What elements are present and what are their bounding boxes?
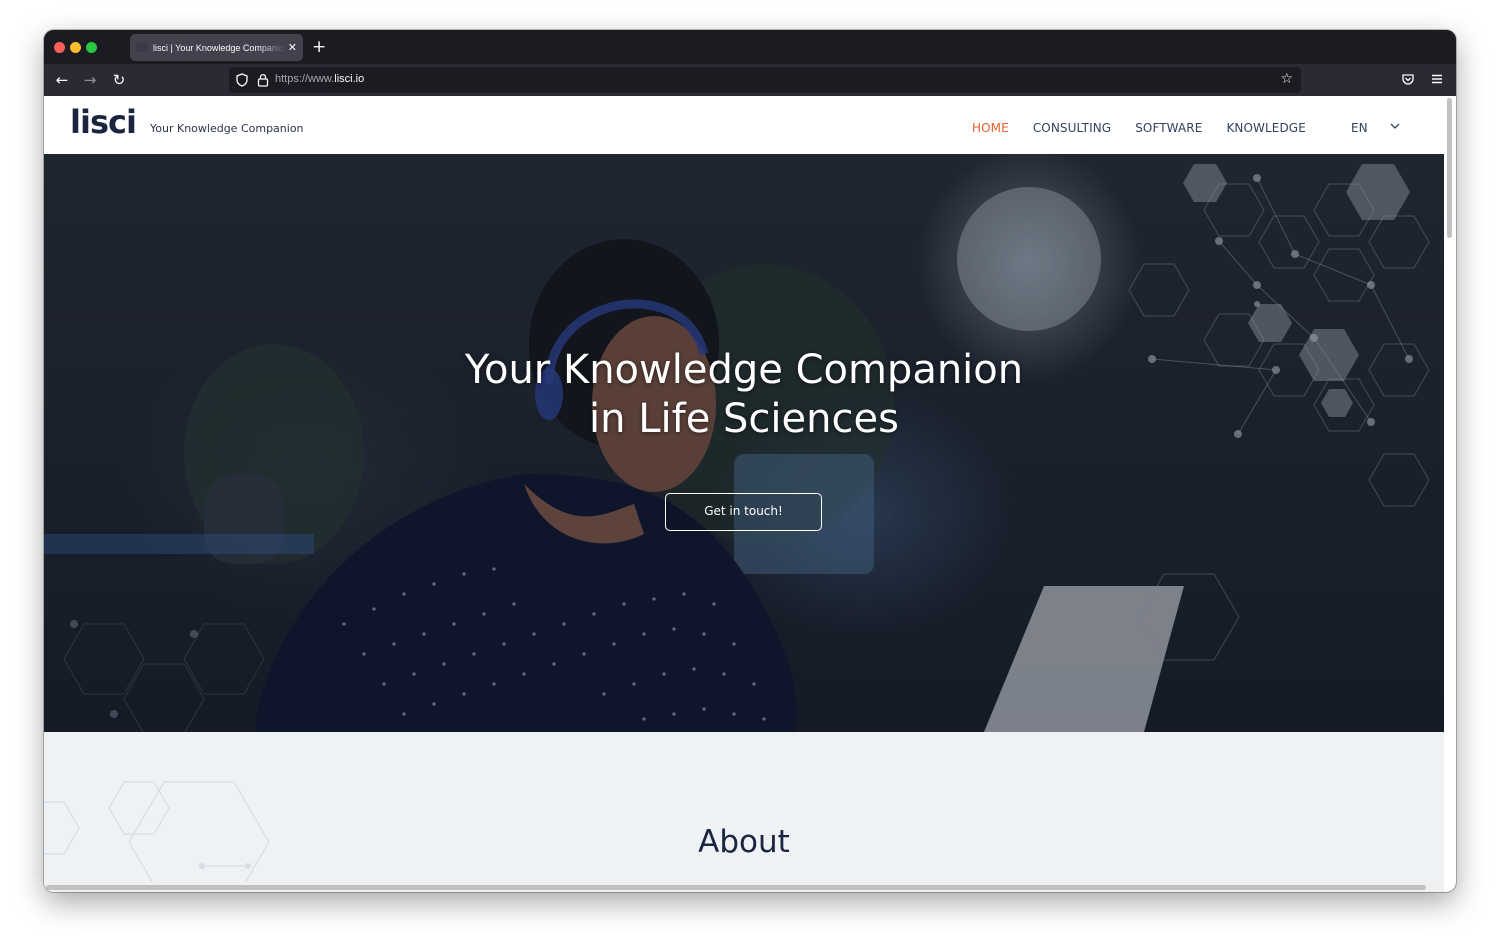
browser-tab-active[interactable]: lisci | Your Knowledge Companion ✕ bbox=[130, 34, 303, 61]
get-in-touch-button[interactable]: Get in touch! bbox=[665, 493, 822, 531]
pocket-icon[interactable] bbox=[1401, 72, 1415, 86]
site-logo[interactable]: lisci bbox=[70, 103, 137, 141]
tracking-shield-icon[interactable] bbox=[235, 73, 249, 87]
close-window-button[interactable] bbox=[54, 42, 65, 53]
tab-strip: lisci | Your Knowledge Companion ✕ + bbox=[44, 30, 1456, 64]
new-tab-button[interactable]: + bbox=[312, 36, 326, 58]
close-tab-icon[interactable]: ✕ bbox=[288, 41, 297, 54]
browser-window: lisci | Your Knowledge Companion ✕ + ← →… bbox=[44, 30, 1456, 892]
site-tagline: Your Knowledge Companion bbox=[150, 122, 304, 135]
main-navigation: HOME CONSULTING SOFTWARE KNOWLEDGE bbox=[972, 121, 1330, 135]
forward-arrow-icon[interactable]: → bbox=[81, 71, 99, 89]
nav-item-home[interactable]: HOME bbox=[972, 121, 1009, 135]
site-header: lisci Your Knowledge Companion HOME CONS… bbox=[44, 96, 1444, 155]
hero-title: Your Knowledge Companion in Life Science… bbox=[44, 346, 1444, 444]
bookmark-star-icon[interactable]: ☆ bbox=[1280, 71, 1293, 87]
lock-icon[interactable] bbox=[256, 72, 270, 88]
about-hexagon-decoration bbox=[44, 781, 270, 892]
about-section: About bbox=[44, 732, 1444, 892]
vertical-scrollbar[interactable] bbox=[1444, 96, 1456, 892]
nav-item-consulting[interactable]: CONSULTING bbox=[1033, 121, 1111, 135]
navigation-toolbar: ← → ↻ https://www.lisci.io ☆ bbox=[44, 64, 1456, 96]
favicon-icon bbox=[136, 43, 148, 52]
vertical-scroll-thumb[interactable] bbox=[1447, 98, 1452, 238]
hero-title-line-2: in Life Sciences bbox=[589, 396, 899, 442]
url-text[interactable]: https://www.lisci.io bbox=[275, 73, 364, 85]
hero-title-line-1: Your Knowledge Companion bbox=[464, 347, 1024, 393]
back-arrow-icon[interactable]: ← bbox=[53, 71, 71, 89]
url-prefix: https://www. bbox=[275, 73, 335, 85]
tab-title: lisci | Your Knowledge Companion bbox=[153, 42, 285, 53]
horizontal-scroll-thumb[interactable] bbox=[46, 885, 1426, 890]
reload-icon[interactable]: ↻ bbox=[110, 71, 128, 89]
horizontal-scrollbar[interactable] bbox=[44, 882, 1444, 892]
hero-section: Your Knowledge Companion in Life Science… bbox=[44, 154, 1444, 732]
nav-item-software[interactable]: SOFTWARE bbox=[1135, 121, 1202, 135]
address-bar[interactable]: https://www.lisci.io ☆ bbox=[229, 67, 1301, 93]
maximize-window-button[interactable] bbox=[86, 42, 97, 53]
nav-item-knowledge[interactable]: KNOWLEDGE bbox=[1226, 121, 1305, 135]
chevron-down-icon[interactable] bbox=[1389, 120, 1401, 132]
about-heading: About bbox=[698, 824, 790, 860]
hamburger-menu-icon[interactable] bbox=[1430, 72, 1444, 86]
minimize-window-button[interactable] bbox=[70, 42, 81, 53]
url-domain: lisci.io bbox=[334, 73, 365, 85]
web-page: lisci Your Knowledge Companion HOME CONS… bbox=[44, 96, 1444, 892]
language-selector[interactable]: EN bbox=[1351, 121, 1368, 135]
